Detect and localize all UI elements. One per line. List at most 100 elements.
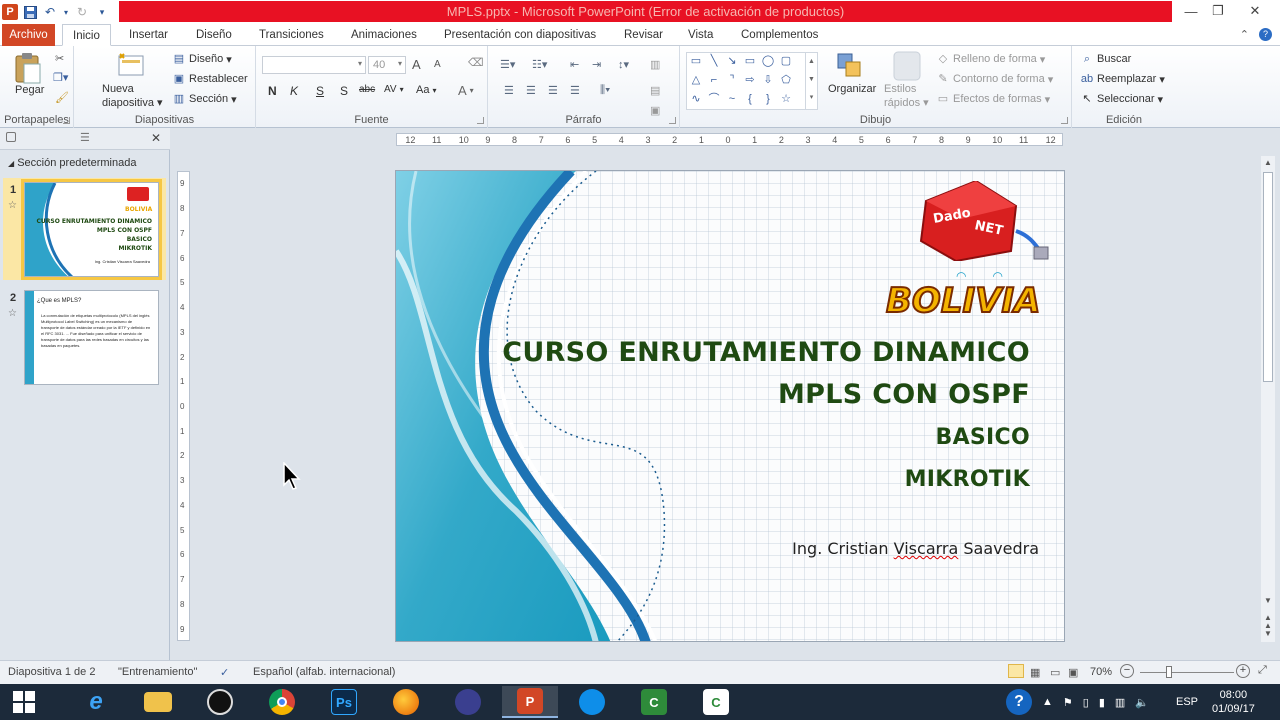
slide-author[interactable]: Ing. Cristian Viscarra Saavedra <box>792 539 1039 558</box>
outline-tab-icon[interactable]: ☰ <box>80 131 90 144</box>
triangle-shape-icon[interactable]: △ <box>689 74 703 86</box>
quick-styles-button[interactable]: rápidos ▾ <box>884 96 929 110</box>
font-color-button[interactable]: A ▾ <box>458 83 474 98</box>
align-text-icon[interactable]: ▤ <box>650 84 660 97</box>
line-spacing-icon[interactable]: ↕▾ <box>618 58 629 71</box>
select-button[interactable]: ↖ Seleccionar ▾ <box>1080 92 1163 106</box>
rounded-rect-shape-icon[interactable]: ▢ <box>779 55 793 67</box>
arc-shape-icon[interactable]: ⌒ <box>707 93 721 105</box>
slide-title-line-1[interactable]: CURSO ENRUTAMIENTO DINAMICO <box>502 337 1030 368</box>
copy-icon[interactable]: ❐▾ <box>53 71 68 84</box>
powerpoint-logo-icon[interactable]: P <box>2 4 18 20</box>
current-slide[interactable]: Dado NET ◠◠ BOLIVIA CURSO ENRUTAMIENTO D… <box>395 170 1065 642</box>
scroll-down-icon[interactable]: ▼ <box>1264 596 1272 605</box>
group-expand-icon[interactable] <box>477 117 484 124</box>
zoom-slider-thumb[interactable] <box>1166 666 1172 678</box>
left-brace-icon[interactable]: { <box>743 93 757 105</box>
save-icon[interactable] <box>22 4 38 20</box>
fit-to-window-icon[interactable]: ⤢ <box>1258 664 1267 677</box>
slide-subtitle-basico[interactable]: BASICO <box>936 425 1030 450</box>
slideshow-view-icon[interactable]: ▣ <box>1068 666 1078 679</box>
arrow-line-shape-icon[interactable]: ↘ <box>725 55 739 67</box>
text-direction-icon[interactable]: ▥ <box>650 58 660 71</box>
collapse-ribbon-icon[interactable]: ⌃ <box>1240 28 1249 41</box>
shapes-gallery[interactable]: ▭ ╲ ↘ ▭ ◯ ▢ △ ⌐ ⌝ ⇨ ⇩ ⬠ ∿ ⌒ ~ { } ☆ ▲ ▼ ▾ <box>686 52 818 110</box>
tab-transiciones[interactable]: Transiciones <box>259 24 324 46</box>
rectangle-shape-icon[interactable]: ▭ <box>743 55 757 67</box>
numbering-icon[interactable]: ☷▾ <box>532 58 547 71</box>
vertical-scrollbar[interactable]: ▲ ▼ ▲ ▲ ▼ <box>1261 156 1275 642</box>
theme-name[interactable]: "Entrenamiento" <box>118 666 197 678</box>
redo-icon[interactable]: ↻ <box>74 4 90 20</box>
new-slide-button[interactable]: diapositiva ▾ <box>102 96 163 110</box>
shape-outline-button[interactable]: ✎ Contorno de forma ▾ <box>936 72 1053 86</box>
firefox-icon[interactable] <box>378 686 434 718</box>
paste-icon[interactable] <box>14 52 44 87</box>
language-indicator[interactable]: Español (alfab. internacional) <box>253 666 395 678</box>
elbow-arrow-icon[interactable]: ⌝ <box>725 74 739 86</box>
tab-revisar[interactable]: Revisar <box>624 24 663 46</box>
slides-tab-icon[interactable] <box>6 132 16 142</box>
freeform-shape-icon[interactable]: ⬠ <box>779 74 793 86</box>
format-painter-icon[interactable]: 🖌 <box>55 91 69 104</box>
layout-button[interactable]: ▤ Diseño ▾ <box>172 52 232 66</box>
right-arrow-shape-icon[interactable]: ⇨ <box>743 74 757 86</box>
section-button[interactable]: ▥ Sección ▾ <box>172 92 237 106</box>
internet-explorer-icon[interactable]: e <box>68 686 124 718</box>
paste-button[interactable]: Pegar <box>15 84 44 96</box>
network-icon[interactable]: ▥ <box>1115 696 1125 709</box>
clear-format-icon[interactable]: ⌫ <box>468 56 484 69</box>
camtasia-recorder-icon[interactable]: C <box>688 686 744 718</box>
quick-styles-label-1[interactable]: Estilos <box>884 83 916 95</box>
italic-button[interactable]: K <box>290 84 298 98</box>
normal-view-icon[interactable] <box>1008 664 1024 678</box>
columns-icon[interactable]: ⫼▾ <box>600 84 610 97</box>
quick-styles-icon[interactable] <box>892 50 922 85</box>
volume-icon[interactable]: 🔈 <box>1135 696 1149 709</box>
tab-archivo[interactable]: Archivo <box>2 24 55 46</box>
group-expand-icon[interactable] <box>1061 117 1068 124</box>
decrease-indent-icon[interactable]: ⇤ <box>570 58 579 71</box>
align-right-icon[interactable]: ☰ <box>548 84 558 97</box>
right-brace-icon[interactable]: } <box>761 93 775 105</box>
close-button[interactable]: ✕ <box>1232 0 1278 22</box>
help-icon[interactable]: ? <box>1259 28 1272 41</box>
slide-sorter-icon[interactable]: ▦ <box>1030 666 1040 679</box>
start-button[interactable] <box>0 686 48 718</box>
new-slide-icon[interactable] <box>116 52 146 81</box>
flag-icon[interactable]: ▯ <box>1083 696 1089 709</box>
shadow-button[interactable]: S <box>340 84 348 98</box>
justify-icon[interactable]: ☰ <box>570 84 580 97</box>
battery-icon[interactable]: ▮ <box>1099 696 1105 709</box>
shrink-font-button[interactable]: A <box>434 59 441 70</box>
restore-button[interactable]: ❐ <box>1205 0 1231 22</box>
next-slide-icon[interactable]: ▼ <box>1264 630 1272 638</box>
help-tray-icon[interactable]: ? <box>1006 689 1032 715</box>
bullets-icon[interactable]: ☰▾ <box>500 58 515 71</box>
cut-icon[interactable]: ✂ <box>55 52 64 65</box>
zoom-level[interactable]: 70% <box>1090 666 1112 678</box>
camtasia-icon[interactable]: C <box>626 686 682 718</box>
teamviewer-icon[interactable] <box>564 686 620 718</box>
obs-icon[interactable] <box>192 686 248 718</box>
shapes-scroll[interactable]: ▲ ▼ ▾ <box>805 53 817 109</box>
font-name-combo[interactable]: ▾ <box>262 56 366 74</box>
close-panel-icon[interactable]: ✕ <box>151 131 161 145</box>
find-button[interactable]: ⌕ Buscar <box>1080 52 1131 66</box>
undo-dropdown-icon[interactable]: ▾ <box>62 4 70 20</box>
tab-vista[interactable]: Vista <box>688 24 713 46</box>
star-shape-icon[interactable]: ☆ <box>779 93 793 105</box>
underline-button[interactable]: S <box>316 84 324 98</box>
undo-icon[interactable]: ↶ <box>42 4 58 20</box>
chrome-icon[interactable] <box>254 686 310 718</box>
reset-button[interactable]: ▣ Restablecer <box>172 72 248 86</box>
network-error-icon[interactable]: ⚑ <box>1063 696 1073 709</box>
tab-insertar[interactable]: Insertar <box>129 24 168 46</box>
arrange-button[interactable]: Organizar <box>828 83 876 95</box>
customize-qat-icon[interactable]: ▾ <box>94 4 110 20</box>
slide-subtitle-mikrotik[interactable]: MIKROTIK <box>905 467 1030 492</box>
font-size-combo[interactable]: 40 ▾ <box>368 56 406 74</box>
strikethrough-button[interactable]: abc <box>359 84 375 95</box>
slide-title-line-2[interactable]: MPLS CON OSPF <box>778 379 1030 410</box>
curve-shape-icon[interactable]: ∿ <box>689 93 703 105</box>
